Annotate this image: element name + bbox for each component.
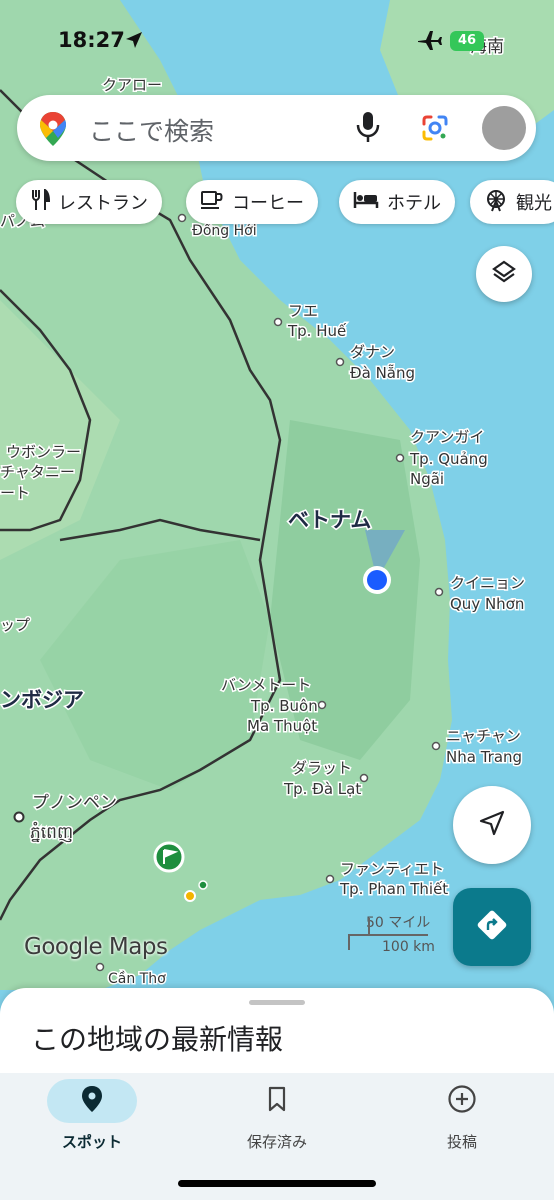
scale-bar [348, 934, 428, 936]
map-label-pp: ップ [0, 616, 30, 634]
map-label-dalat-ja: ダラット [292, 759, 352, 777]
google-maps-pin-icon [39, 111, 67, 151]
tab-active-indicator [47, 1079, 137, 1123]
sheet-drag-handle[interactable] [249, 1000, 305, 1005]
chip-label: ホテル [387, 193, 441, 214]
map-label-vietnam: ベトナム [288, 508, 371, 532]
map-label-ubon: ウボンラー [6, 443, 81, 461]
map-label-bmt-ja: バンメトート [221, 676, 311, 694]
map-label-phan-thiet-ja: ファンティエト [340, 860, 444, 878]
map-label-can-tho: Cần Thơ [108, 971, 166, 987]
tab-icon-holder [417, 1079, 507, 1123]
google-maps-logo: Google Maps [24, 934, 168, 960]
add-circle-icon [447, 1084, 477, 1118]
bookmark-icon [267, 1086, 287, 1116]
chip-restaurant[interactable]: レストラン [16, 180, 162, 224]
chip-hotel[interactable]: ホテル [339, 180, 455, 224]
scale-tick [348, 934, 350, 950]
map-label-phnom-penh-ja: プノンペン [32, 793, 117, 813]
map-label-danang-ja: ダナン [350, 343, 395, 361]
place-pin-icon [81, 1085, 103, 1117]
chip-label: レストラン [58, 193, 148, 214]
map-label-quy-nhon-ja: クイニョン [450, 574, 525, 592]
layers-icon [491, 259, 517, 289]
airplane-icon [416, 28, 442, 56]
map-label-quaro: クアロー [102, 76, 162, 94]
avatar[interactable] [482, 106, 526, 150]
map-label-phan-thiet: Tp. Phan Thiết [339, 880, 448, 898]
chip-coffee[interactable]: コーヒー [186, 180, 318, 224]
map-label-hue: Tp. Huế [287, 322, 347, 340]
map-label-quang-ngai-ja: クアンガイ [410, 428, 484, 446]
fork-knife-icon [30, 188, 51, 215]
map-label-quang-ngai-1: Tp. Quảng [409, 450, 488, 468]
scale-miles: 50 マイル [366, 915, 431, 931]
map-label-quy-nhon: Quy Nhơn [450, 595, 524, 613]
chip-sightseeing[interactable]: 観光 [470, 180, 554, 224]
search-bar[interactable]: ここで検索 [17, 95, 536, 161]
map-label-bmt-2: Ma Thuột [247, 717, 317, 735]
scale-tick [368, 918, 370, 934]
map-label-phnom-penh-km: ភ្នំពេញ [30, 821, 73, 843]
navigation-arrow-icon [478, 809, 506, 841]
tab-saved[interactable]: 保存済み [207, 1079, 347, 1152]
layers-button[interactable] [476, 246, 532, 302]
scale-km: 100 km [382, 939, 435, 955]
directions-button[interactable] [453, 888, 531, 966]
map-label-danang: Đà Nẵng [350, 364, 415, 382]
map-label-to: ート [0, 484, 30, 502]
tab-label: スポット [61, 1133, 122, 1151]
map-scale: 50 マイル 100 km [346, 912, 438, 958]
map-label-dong-hoi: Đồng Hới [192, 222, 257, 239]
map-label-bmt-1: Tp. Buôn [250, 697, 318, 715]
bottom-sheet[interactable]: この地域の最新情報 [0, 988, 554, 1078]
coffee-cup-icon [200, 189, 224, 215]
ferris-wheel-icon [484, 188, 508, 216]
directions-icon [476, 909, 508, 945]
location-arrow-icon [124, 30, 144, 54]
tab-contribute[interactable]: 投稿 [392, 1079, 532, 1152]
map-label-dalat: Tp. Đà Lạt [283, 780, 361, 798]
map-label-hue-ja: フエ [288, 302, 318, 320]
tab-label: 保存済み [246, 1133, 307, 1151]
map-label-quang-ngai-2: Ngãi [410, 470, 444, 488]
map-label-chatani: チャタニー [0, 463, 75, 481]
map-label-nha-trang: Nha Trang [446, 748, 522, 766]
tab-explore[interactable]: スポット [22, 1079, 162, 1152]
chip-label: コーヒー [232, 193, 304, 214]
map-label-nha-trang-ja: ニャチャン [446, 727, 521, 745]
status-time: 18:27 [58, 28, 125, 52]
sheet-title: この地域の最新情報 [31, 1023, 284, 1056]
microphone-icon[interactable] [355, 111, 381, 147]
tab-label: 投稿 [446, 1133, 477, 1151]
my-location-button[interactable] [453, 786, 531, 864]
bed-icon [353, 190, 379, 214]
chip-label: 観光 [516, 193, 552, 214]
map-label-cambodia: ンボジア [0, 688, 84, 712]
tab-icon-holder [232, 1079, 322, 1123]
google-lens-icon[interactable] [420, 113, 450, 147]
battery-indicator: 46 [450, 31, 484, 51]
search-input[interactable]: ここで検索 [89, 112, 214, 148]
home-indicator[interactable] [178, 1180, 376, 1187]
status-bar: 18:27 46 [0, 28, 554, 58]
